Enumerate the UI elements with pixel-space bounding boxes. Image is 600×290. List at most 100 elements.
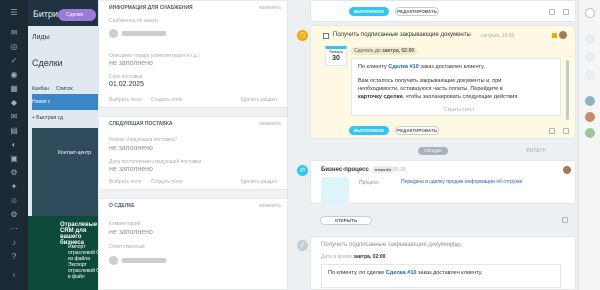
- close-icon[interactable]: [585, 8, 595, 18]
- need-next-label: Нужна следующая поставка?: [109, 137, 178, 143]
- menu-icon[interactable]: [563, 128, 569, 134]
- avatar: [109, 256, 118, 265]
- group-icon[interactable]: ☺: [8, 196, 20, 206]
- deal-link[interactable]: Сделка #10: [388, 64, 419, 70]
- redacted-name: [122, 258, 166, 263]
- automation-icon[interactable]: ⚙: [8, 168, 20, 178]
- next-delivery-card: Следующая поставка изменить Нужна следую…: [98, 116, 288, 190]
- bg-quick-deal[interactable]: + Быстрая сд: [32, 115, 63, 121]
- delivery-date-value: 01.02.2025: [109, 81, 145, 88]
- deadline-badge[interactable]: Сделать до завтра, 02:00: [351, 47, 418, 55]
- bg-deals-title: Сделки: [32, 58, 63, 68]
- msg-by-deal: по сделке: [359, 270, 385, 276]
- app-sidebar: ☰ ✉ ◎ ✓ ◉ ▦ ◆ ✉ ▤ ◐ ▣ ⚙ ✦ ☺ ⚙ ⋯ ♪ ? ‹: [0, 0, 28, 290]
- search-icon[interactable]: [585, 52, 595, 62]
- menu-icon[interactable]: [563, 9, 569, 15]
- deal-link[interactable]: Сделка #10: [386, 270, 417, 276]
- collapse-icon[interactable]: ‹: [8, 270, 20, 280]
- avatar[interactable]: [559, 31, 567, 39]
- cal-month: Январь: [329, 49, 343, 54]
- next-delivery-edit[interactable]: изменить: [259, 121, 281, 127]
- comment-icon[interactable]: [562, 217, 568, 223]
- task-done-button[interactable]: ВЫПОЛНЕНО: [349, 126, 389, 135]
- task2-date-value: завтра, 02:00: [353, 254, 386, 260]
- create-field-link[interactable]: Создать поле: [151, 179, 182, 185]
- need-next-value: не заполнено: [109, 145, 153, 152]
- create-field-link[interactable]: Создать поле: [151, 97, 182, 103]
- avatar[interactable]: [563, 166, 571, 174]
- market-icon[interactable]: ✦: [8, 182, 20, 192]
- feed-icon[interactable]: ◎: [8, 42, 20, 52]
- menu-icon[interactable]: ☰: [8, 8, 20, 18]
- flag-icon[interactable]: [552, 33, 557, 38]
- next-date-value: не заполнено: [109, 166, 153, 173]
- task-edit-button[interactable]: РЕДАКТИРОВАТЬ: [395, 126, 439, 135]
- comment-icon[interactable]: [549, 128, 555, 134]
- bp-process-link[interactable]: Передача в сделку продаж информации об о…: [401, 178, 523, 186]
- avatar[interactable]: [585, 112, 595, 122]
- responsible-user[interactable]: [109, 256, 166, 265]
- avatar[interactable]: [585, 96, 595, 106]
- mail-icon[interactable]: ✉: [8, 112, 20, 122]
- bg-kanban[interactable]: Канбан: [32, 86, 49, 92]
- deadline-label: Сделать до: [354, 48, 381, 54]
- done-button[interactable]: ВЫПОЛНЕНО: [349, 7, 389, 16]
- msg-delivered: заказ доставлен клиенту.: [417, 270, 483, 276]
- supplier-label: Снабженец по заказу: [109, 18, 159, 24]
- delete-section-link[interactable]: Удалить раздел: [240, 97, 277, 103]
- avatar[interactable]: [585, 128, 595, 138]
- notifications-icon[interactable]: [585, 34, 595, 44]
- next-date-label: Дата поступления следующей поставки: [109, 159, 202, 165]
- bg-new-deal: Новая с: [32, 99, 51, 105]
- bp-diagram-icon: [321, 177, 349, 205]
- bg-tab-leads[interactable]: Лиды: [32, 34, 50, 41]
- timer-icon[interactable]: [585, 70, 595, 80]
- scrollbar[interactable]: [566, 60, 569, 120]
- calendar-icon[interactable]: ▦: [8, 84, 20, 94]
- message-line-3: необходимости, оставшуюся часть оплаты. …: [358, 86, 503, 92]
- message-line-1: По клиенту Сделка #10 заказ доставлен кл…: [358, 63, 485, 71]
- task-checkbox[interactable]: [323, 33, 329, 39]
- delete-section-link[interactable]: Удалить раздел: [240, 179, 277, 185]
- comment-icon[interactable]: [549, 9, 555, 15]
- bg-deals-pill[interactable]: Сделки: [58, 9, 96, 21]
- comment-label: Комментарий: [109, 221, 141, 227]
- product-desc-label: Описание товара (комплектация и т.д.): [109, 53, 200, 59]
- bg-promo: Отраслевые CRM для вашего бизнеса Импорт…: [28, 216, 108, 290]
- bell-icon[interactable]: ♪: [8, 238, 20, 248]
- choose-field-link[interactable]: Выбрать поле: [109, 97, 142, 103]
- message-line-2: Вам осталось получить закрывающие докуме…: [358, 78, 502, 84]
- task-done-icon: ✓: [297, 240, 308, 251]
- settings-icon[interactable]: ⚙: [8, 210, 20, 220]
- chat-icon[interactable]: ✉: [8, 28, 20, 38]
- supply-info-edit[interactable]: изменить: [259, 5, 281, 11]
- bp-status-tag: отменён: [371, 166, 395, 173]
- hide-text-link[interactable]: Скрыть текст: [444, 107, 475, 113]
- deal-card-link[interactable]: карточку сделки: [358, 94, 403, 100]
- responsible-label: Ответственный: [109, 244, 145, 250]
- bp-title-text: Бизнес-процесс: [321, 167, 369, 173]
- sites-icon[interactable]: ◐: [8, 140, 20, 150]
- filter-link[interactable]: ФИЛЬТР: [526, 148, 546, 154]
- bp-process-label: Процесс: [359, 180, 379, 186]
- business-process-icon: ⇄: [297, 165, 308, 176]
- crm-icon[interactable]: ◉: [8, 70, 20, 80]
- about-deal-edit[interactable]: изменить: [259, 203, 281, 209]
- tasks-icon[interactable]: ✓: [8, 56, 20, 66]
- bp-open-button[interactable]: ОТКРЫТЬ: [320, 216, 372, 225]
- task-icon: ◷: [297, 30, 308, 41]
- edit-button[interactable]: РЕДАКТИРОВАТЬ: [395, 7, 439, 16]
- drive-icon[interactable]: ◆: [8, 98, 20, 108]
- reports-icon[interactable]: ▤: [8, 126, 20, 136]
- task-time: сегодня, 15:39: [481, 33, 515, 39]
- help-icon[interactable]: ?: [8, 252, 20, 262]
- product-desc-value: не заполнено: [109, 60, 153, 67]
- bg-list[interactable]: Список: [56, 86, 73, 92]
- timeline-top-card: ВЫПОЛНЕНО РЕДАКТИРОВАТЬ: [310, 0, 576, 22]
- more-icon[interactable]: ⋯: [8, 224, 20, 234]
- choose-field-link[interactable]: Выбрать поле: [109, 179, 142, 185]
- supplier-user[interactable]: [109, 29, 166, 38]
- msg-next-steps: , чтобы запланировать следующие действия…: [402, 94, 519, 100]
- msg-client: По клиенту,: [328, 270, 358, 276]
- store-icon[interactable]: ▣: [8, 154, 20, 164]
